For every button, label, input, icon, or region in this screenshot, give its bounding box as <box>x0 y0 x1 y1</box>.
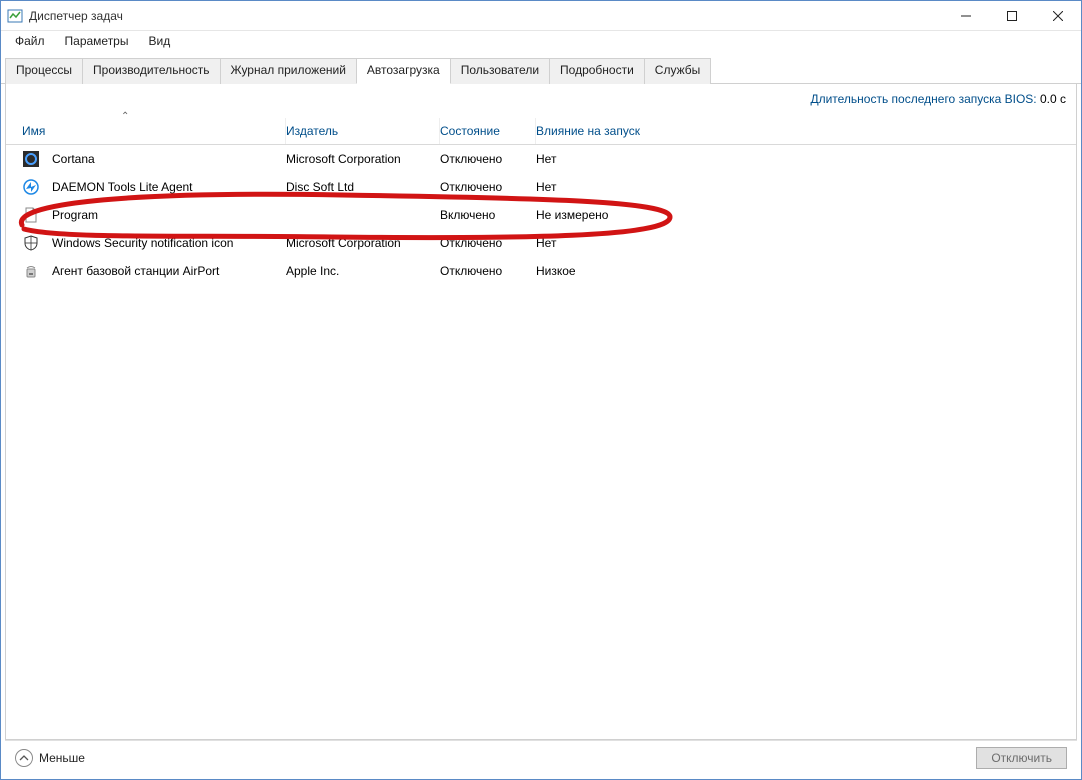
titlebar[interactable]: Диспетчер задач <box>1 1 1081 31</box>
cell-state: Отключено <box>440 180 536 194</box>
startup-list[interactable]: Cortana Microsoft Corporation Отключено … <box>6 145 1076 739</box>
cell-publisher: Apple Inc. <box>286 264 440 278</box>
disable-button[interactable]: Отключить <box>976 747 1067 769</box>
bios-value: 0.0 с <box>1040 92 1066 106</box>
airport-icon <box>22 262 40 280</box>
col-state[interactable]: Состояние <box>440 118 536 144</box>
close-button[interactable] <box>1035 1 1081 31</box>
table-row[interactable]: Program Включено Не измерено <box>6 201 1076 229</box>
window-controls <box>943 1 1081 31</box>
menu-view[interactable]: Вид <box>138 33 180 49</box>
startup-panel: Длительность последнего запуска BIOS: 0.… <box>5 84 1077 740</box>
cell-impact: Нет <box>536 152 676 166</box>
cell-state: Отключено <box>440 264 536 278</box>
fewer-details-button[interactable]: Меньше <box>15 749 85 767</box>
fewer-details-label: Меньше <box>39 751 85 765</box>
menubar: Файл Параметры Вид <box>1 31 1081 51</box>
cell-name: Cortana <box>52 152 286 166</box>
cell-state: Включено <box>440 208 536 222</box>
menu-options[interactable]: Параметры <box>55 33 139 49</box>
col-name[interactable]: Имя <box>22 118 286 144</box>
menu-file[interactable]: Файл <box>5 33 55 49</box>
tab-processes[interactable]: Процессы <box>5 58 83 84</box>
task-manager-window: Диспетчер задач Файл Параметры Вид Проце… <box>0 0 1082 780</box>
maximize-button[interactable] <box>989 1 1035 31</box>
cell-name: Windows Security notification icon <box>52 236 286 250</box>
cell-name: Агент базовой станции AirPort <box>52 264 286 278</box>
table-row[interactable]: Cortana Microsoft Corporation Отключено … <box>6 145 1076 173</box>
col-impact[interactable]: Влияние на запуск <box>536 118 676 144</box>
tab-services[interactable]: Службы <box>644 58 711 84</box>
tab-users[interactable]: Пользователи <box>450 58 550 84</box>
table-row[interactable]: DAEMON Tools Lite Agent Disc Soft Ltd От… <box>6 173 1076 201</box>
bios-boot-time: Длительность последнего запуска BIOS: 0.… <box>6 84 1076 118</box>
chevron-up-icon <box>15 749 33 767</box>
shield-icon <box>22 234 40 252</box>
cell-state: Отключено <box>440 152 536 166</box>
cell-name: Program <box>52 208 286 222</box>
cell-publisher: Disc Soft Ltd <box>286 180 440 194</box>
file-icon <box>22 206 40 224</box>
tab-details[interactable]: Подробности <box>549 58 645 84</box>
cell-publisher: Microsoft Corporation <box>286 236 440 250</box>
daemon-tools-icon <box>22 178 40 196</box>
cell-name: DAEMON Tools Lite Agent <box>52 180 286 194</box>
column-headers: ⌃ Имя Издатель Состояние Влияние на запу… <box>6 118 1076 145</box>
tab-performance[interactable]: Производительность <box>82 58 220 84</box>
tab-app-history[interactable]: Журнал приложений <box>220 58 357 84</box>
cell-publisher: Microsoft Corporation <box>286 152 440 166</box>
table-row[interactable]: Windows Security notification icon Micro… <box>6 229 1076 257</box>
cell-impact: Нет <box>536 236 676 250</box>
cell-impact: Не измерено <box>536 208 676 222</box>
col-publisher[interactable]: Издатель <box>286 118 440 144</box>
cell-impact: Низкое <box>536 264 676 278</box>
tab-startup[interactable]: Автозагрузка <box>356 58 451 84</box>
cell-impact: Нет <box>536 180 676 194</box>
window-title: Диспетчер задач <box>29 9 123 23</box>
table-row[interactable]: Агент базовой станции AirPort Apple Inc.… <box>6 257 1076 285</box>
minimize-button[interactable] <box>943 1 989 31</box>
app-icon <box>7 8 23 24</box>
cortana-icon <box>22 150 40 168</box>
bios-label: Длительность последнего запуска BIOS: <box>810 92 1036 106</box>
cell-state: Отключено <box>440 236 536 250</box>
footer: Меньше Отключить <box>5 740 1077 775</box>
tabstrip: Процессы Производительность Журнал прило… <box>1 57 1081 84</box>
